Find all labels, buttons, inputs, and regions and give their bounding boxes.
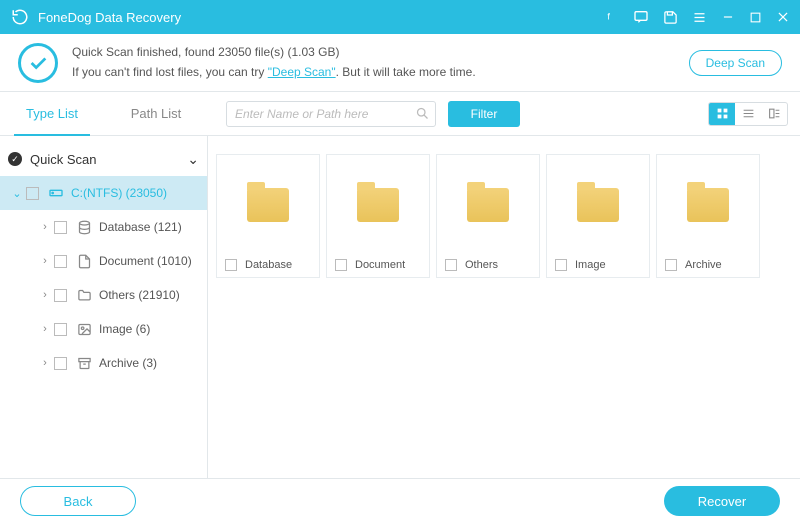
footer: Back Recover	[0, 478, 800, 523]
deep-scan-button[interactable]: Deep Scan	[689, 50, 782, 76]
maximize-icon[interactable]	[749, 11, 762, 24]
toolbar: Type List Path List Filter	[0, 92, 800, 136]
menu-icon[interactable]	[692, 10, 707, 25]
status-line1: Quick Scan finished, found 23050 file(s)…	[72, 43, 689, 62]
filter-button[interactable]: Filter	[448, 101, 520, 127]
archive-icon	[75, 356, 93, 371]
tree-item-database[interactable]: › Database (121)	[0, 210, 207, 244]
folder-card[interactable]: Others	[436, 154, 540, 278]
tab-path-list[interactable]: Path List	[104, 92, 208, 135]
tree-drive-label: C:(NTFS) (23050)	[71, 186, 199, 200]
checkbox[interactable]	[54, 255, 67, 268]
app-title: FoneDog Data Recovery	[38, 10, 605, 25]
folder-card[interactable]: Archive	[656, 154, 760, 278]
document-icon	[75, 254, 93, 269]
folder-card[interactable]: Database	[216, 154, 320, 278]
tree-root-label: Quick Scan	[30, 152, 187, 167]
checkbox[interactable]	[555, 259, 567, 271]
check-bullet-icon	[8, 152, 22, 166]
folder-icon	[357, 188, 399, 222]
search-wrap	[226, 101, 436, 127]
folder-card[interactable]: Image	[546, 154, 650, 278]
feedback-icon[interactable]	[633, 9, 649, 25]
deep-scan-link[interactable]: "Deep Scan"	[268, 65, 336, 79]
tree-drive[interactable]: ⌄ C:(NTFS) (23050)	[0, 176, 207, 210]
checkbox[interactable]	[54, 357, 67, 370]
list-tabs: Type List Path List	[0, 92, 208, 135]
folder-card[interactable]: Document	[326, 154, 430, 278]
status-bar: Quick Scan finished, found 23050 file(s)…	[0, 34, 800, 92]
checkbox[interactable]	[54, 289, 67, 302]
tree-root[interactable]: Quick Scan ⌄	[0, 142, 207, 176]
tree-item-document[interactable]: › Document (1010)	[0, 244, 207, 278]
chevron-down-icon[interactable]: ⌄	[8, 187, 26, 200]
database-icon	[75, 220, 93, 235]
status-text: Quick Scan finished, found 23050 file(s)…	[72, 43, 689, 81]
search-icon[interactable]	[415, 106, 430, 126]
window-controls: f	[605, 9, 790, 25]
image-icon	[75, 322, 93, 337]
chevron-right-icon[interactable]: ›	[36, 221, 54, 233]
folder-icon	[467, 188, 509, 222]
checkbox[interactable]	[54, 323, 67, 336]
close-icon[interactable]	[776, 10, 790, 24]
app-logo-icon	[10, 7, 30, 27]
checkbox[interactable]	[26, 187, 39, 200]
tab-type-list[interactable]: Type List	[0, 92, 104, 135]
view-grid-icon[interactable]	[709, 103, 735, 125]
drive-icon	[47, 185, 65, 201]
titlebar: FoneDog Data Recovery f	[0, 0, 800, 34]
chevron-down-icon[interactable]: ⌄	[187, 151, 199, 168]
svg-text:f: f	[607, 11, 610, 21]
share-icon[interactable]: f	[605, 10, 619, 24]
checkbox[interactable]	[225, 259, 237, 271]
back-button[interactable]: Back	[20, 486, 136, 516]
sidebar: Quick Scan ⌄ ⌄ C:(NTFS) (23050) › Databa…	[0, 136, 208, 478]
view-list-icon[interactable]	[735, 103, 761, 125]
chevron-right-icon[interactable]: ›	[36, 323, 54, 335]
tree-item-archive[interactable]: › Archive (3)	[0, 346, 207, 380]
folder-icon	[247, 188, 289, 222]
chevron-right-icon[interactable]: ›	[36, 289, 54, 301]
minimize-icon[interactable]	[721, 10, 735, 24]
tree-item-others[interactable]: › Others (21910)	[0, 278, 207, 312]
checkbox[interactable]	[445, 259, 457, 271]
chevron-right-icon[interactable]: ›	[36, 357, 54, 369]
view-detail-icon[interactable]	[761, 103, 787, 125]
tree-item-image[interactable]: › Image (6)	[0, 312, 207, 346]
checkbox[interactable]	[665, 259, 677, 271]
folder-grid: Database Document Others Image Archive	[208, 136, 800, 478]
checkbox[interactable]	[335, 259, 347, 271]
recover-button[interactable]: Recover	[664, 486, 780, 516]
checkbox[interactable]	[54, 221, 67, 234]
folder-icon	[687, 188, 729, 222]
search-input[interactable]	[226, 101, 436, 127]
view-toggle	[708, 102, 788, 126]
main-area: Quick Scan ⌄ ⌄ C:(NTFS) (23050) › Databa…	[0, 136, 800, 478]
checkmark-icon	[18, 43, 58, 83]
folder-icon	[75, 288, 93, 303]
status-line2: If you can't find lost files, you can tr…	[72, 63, 689, 82]
chevron-right-icon[interactable]: ›	[36, 255, 54, 267]
save-icon[interactable]	[663, 10, 678, 25]
folder-icon	[577, 188, 619, 222]
